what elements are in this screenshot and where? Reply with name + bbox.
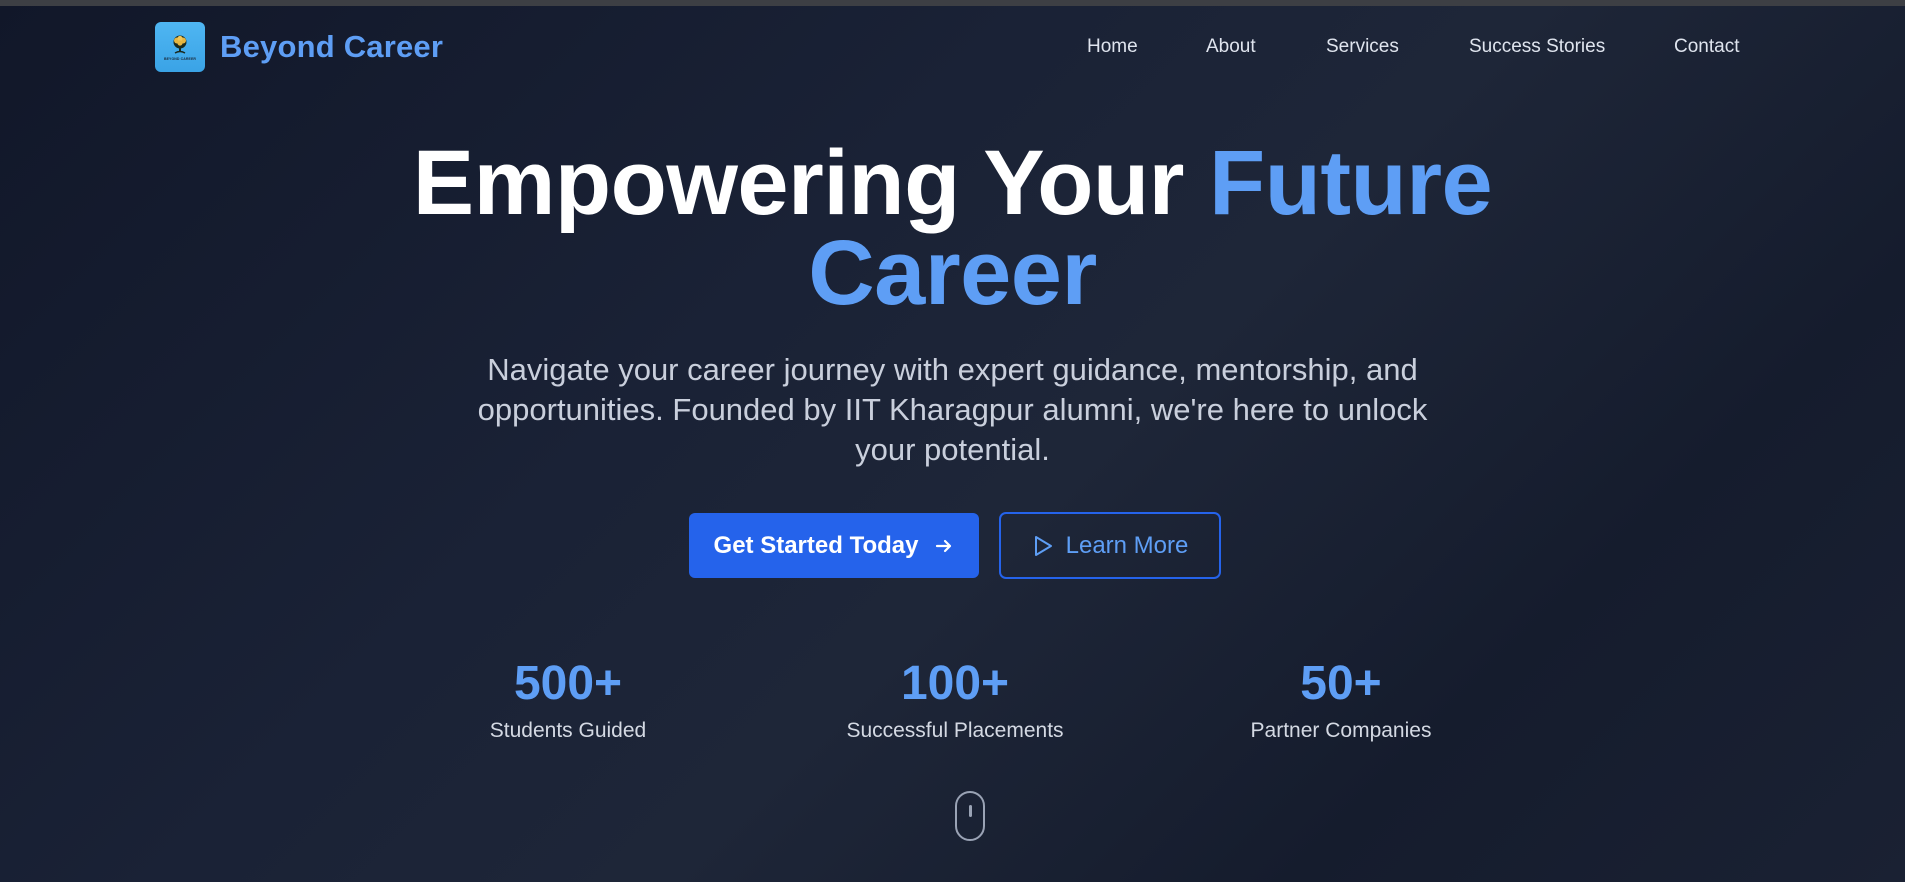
nav-success-stories-link[interactable]: Success Stories [1469, 36, 1605, 58]
hero-title-part1: Empowering Your [412, 132, 1210, 234]
stat-value: 100+ [900, 657, 1010, 710]
nav-about-link[interactable]: About [1206, 36, 1256, 58]
learn-more-button[interactable]: Learn More [999, 512, 1221, 579]
stat-successful-placements: 100+ Successful Placements [805, 657, 1105, 743]
hero-title-accent-1: Future [1209, 132, 1493, 234]
stat-value: 500+ [513, 657, 623, 710]
get-started-label: Get Started Today [713, 531, 919, 559]
stat-label: Successful Placements [846, 719, 1064, 742]
stat-value: 50+ [1300, 657, 1382, 710]
hero-subtitle: Navigate your career journey with expert… [477, 352, 1428, 467]
arrow-right-icon [934, 536, 954, 556]
nav-services-link[interactable]: Services [1326, 36, 1399, 58]
stat-label: Students Guided [489, 719, 647, 742]
nav-links: Home About Services Success Stories Cont… [0, 36, 1905, 60]
get-started-button[interactable]: Get Started Today [689, 513, 979, 578]
nav-contact-link[interactable]: Contact [1674, 36, 1739, 58]
stat-partner-companies: 50+ Partner Companies [1191, 657, 1491, 743]
mouse-scroll-icon[interactable] [955, 791, 985, 841]
play-icon [1032, 534, 1054, 558]
page: BEYOND CAREER Beyond Career Home About S… [0, 0, 1905, 882]
mouse-wheel [969, 805, 972, 817]
hero-title: Empowering Your Future Career [0, 137, 1905, 319]
stat-label: Partner Companies [1250, 719, 1432, 742]
nav-home-link[interactable]: Home [1087, 36, 1138, 58]
learn-more-label: Learn More [1065, 531, 1189, 559]
hero-title-accent-2: Career [808, 222, 1097, 324]
navbar: BEYOND CAREER Beyond Career Home About S… [0, 6, 1905, 88]
stat-students-guided: 500+ Students Guided [418, 657, 718, 743]
